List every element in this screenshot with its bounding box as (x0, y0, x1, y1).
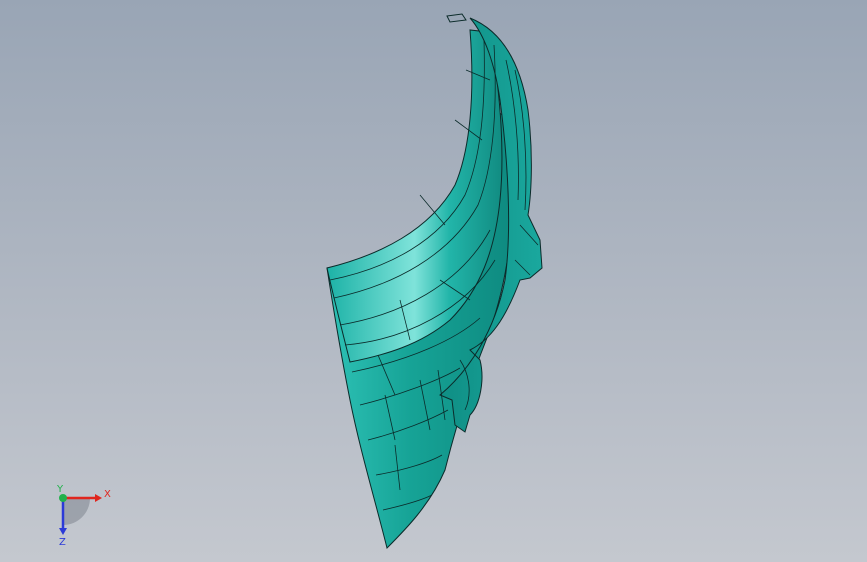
fender-part-model[interactable] (0, 0, 867, 562)
x-axis-arrowhead (95, 494, 102, 502)
triad-background (63, 498, 90, 525)
graphics-viewport[interactable]: X Y Z (0, 0, 867, 562)
x-axis-label: X (104, 489, 111, 500)
orientation-triad[interactable]: X Y Z (40, 480, 120, 550)
z-axis-arrowhead (59, 528, 67, 535)
y-axis-label: Y (56, 484, 64, 495)
y-axis-dot (59, 494, 67, 502)
top-tab (446, 13, 467, 23)
z-axis-label: Z (59, 537, 66, 548)
